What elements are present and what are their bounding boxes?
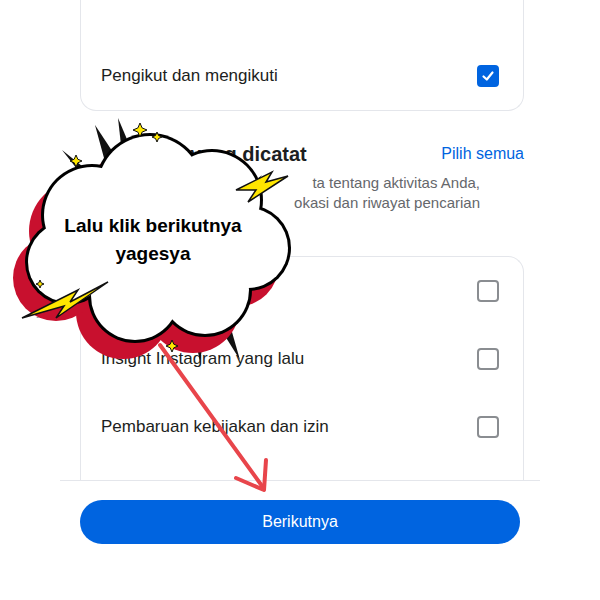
check-icon <box>481 69 495 83</box>
star-icon <box>166 340 178 352</box>
callout-graphic <box>0 0 600 600</box>
section-description: ta tentang aktivitas Anda,okasi dan riwa… <box>80 173 480 213</box>
arrow-icon <box>160 345 266 490</box>
lightning-icon <box>22 282 108 318</box>
section-header: yang dicatat Pilih semua <box>80 141 524 167</box>
option-label: Pembaruan kebijakan dan izin <box>101 417 329 437</box>
checkbox[interactable] <box>477 65 499 87</box>
star-icon <box>70 155 82 167</box>
star-icon <box>152 132 162 142</box>
description-line: ta tentang aktivitas Anda, <box>312 173 480 193</box>
callout-text: Lalu klik berikutnya yagesya <box>40 212 266 268</box>
settings-card: Pengikut dan mengikuti <box>80 0 524 111</box>
option-row[interactable]: Pembaruan kebijakan dan izin <box>101 393 503 461</box>
select-all-link[interactable]: Pilih semua <box>441 145 524 163</box>
next-button[interactable]: Berikutnya <box>80 500 520 544</box>
option-label: Pengikut dan mengikuti <box>101 66 278 86</box>
star-icon <box>133 123 147 137</box>
description-line: okasi dan riwayat pencarian <box>294 193 480 213</box>
option-row[interactable]: Insight Instagram yang lalu <box>101 325 503 393</box>
lightning-icon <box>236 172 288 202</box>
burst-spikes-icon <box>36 118 262 362</box>
checkbox[interactable] <box>477 280 499 302</box>
footer-bar: Berikutnya <box>60 480 540 600</box>
checkbox[interactable] <box>477 416 499 438</box>
screen: Pengikut dan mengikuti yang dicatat Pilih … <box>0 0 600 600</box>
option-row[interactable]: Pengikut dan mengikuti <box>101 42 503 110</box>
option-row[interactable] <box>101 257 503 325</box>
section-title: yang dicatat <box>80 143 307 166</box>
options-list: Insight Instagram yang lalu Pembaruan keb… <box>0 256 600 480</box>
checkbox[interactable] <box>477 348 499 370</box>
star-icon <box>36 280 44 288</box>
option-label: Insight Instagram yang lalu <box>101 349 304 369</box>
options-card: Insight Instagram yang lalu Pembaruan keb… <box>80 256 524 480</box>
